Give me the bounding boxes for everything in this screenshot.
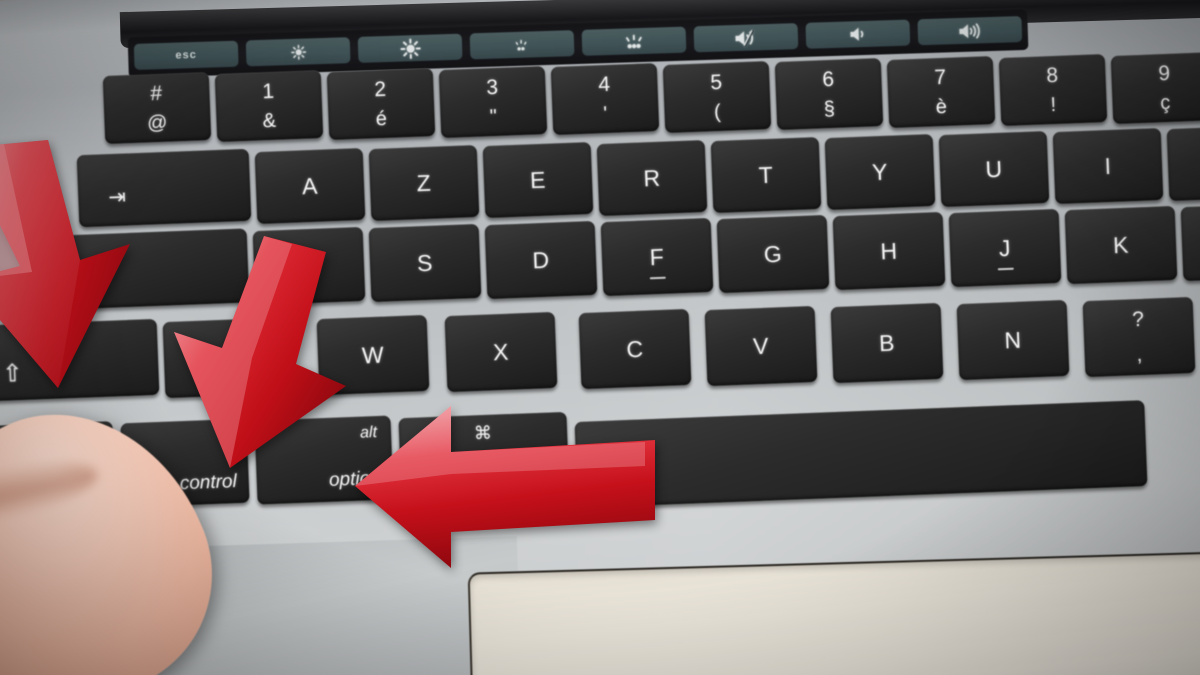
key-k[interactable]: K [1064,205,1178,285]
key-legend: W [361,341,385,368]
key-4-apostrophe[interactable]: 4 ' [550,62,660,136]
key-legend-bottom: ' [602,103,609,126]
key-legend: V [752,332,770,359]
key-s[interactable]: S [368,223,482,303]
key-o[interactable] [1166,124,1200,202]
key-legend-bottom: é [375,107,388,131]
key-legend: Z [416,169,432,196]
key-legend: T [758,161,774,188]
key-legend-top: 6 [821,67,835,92]
key-legend-bottom: ! [1050,94,1058,117]
key-legend: U [984,155,1004,182]
key-legend-bottom: " [489,106,498,129]
finger-crease [0,448,103,541]
key-hash-at[interactable]: # @ [102,71,212,145]
key-x[interactable]: X [444,311,558,393]
key-b[interactable]: B [830,302,944,384]
key-legend-top: 7 [933,65,947,90]
key-question-comma[interactable]: ? , [1082,296,1196,378]
arrow-pointing-to-shift [0,140,130,388]
key-2-eacute[interactable]: 2 é [326,67,436,141]
key-3-quote[interactable]: 3 " [438,65,548,139]
key-legend-bottom: @ [146,111,169,135]
key-legend: F [649,243,665,270]
key-y[interactable]: Y [824,133,936,211]
key-7-egrave[interactable]: 7 è [886,55,996,129]
key-t[interactable]: T [710,136,822,214]
key-z[interactable]: Z [368,144,480,222]
key-legend: D [531,246,551,273]
key-l[interactable] [1180,202,1200,282]
key-legend: C [625,335,645,362]
key-legend: I [1104,152,1112,179]
arrow-pointing-to-control [174,236,346,468]
key-legend-bottom: ç [1159,91,1172,115]
key-legend-bottom: § [823,97,836,121]
key-legend: H [879,237,899,264]
key-5-parenthesis[interactable]: 5 ( [662,60,772,134]
key-legend-top: 5 [709,70,723,95]
key-d[interactable]: D [484,220,598,300]
key-legend-top: # [149,81,163,106]
key-legend-top: 2 [373,77,387,102]
key-legend-top: 9 [1157,61,1171,86]
screenshot-stage: esc # @ 1 & 2 é 3 " 4 ' 5 (6 § 7 è 8 ! … [0,0,1200,675]
key-legend: Y [871,158,889,185]
homing-bar-j [997,267,1014,271]
key-j[interactable]: J [948,208,1062,288]
homing-bar-f [649,276,666,280]
key-legend: B [878,329,896,356]
key-legend: R [642,164,662,191]
key-9-ccedilla[interactable]: 9 ç [1110,51,1200,125]
key-legend-top: 1 [261,79,275,104]
key-legend-top: 4 [597,72,611,97]
key-legend-bottom: , [1136,344,1144,367]
key-1-ampersand[interactable]: 1 & [214,69,324,143]
key-i[interactable]: I [1052,127,1164,205]
key-r[interactable]: R [596,139,708,217]
key-g[interactable]: G [716,214,830,294]
key-e[interactable]: E [482,141,594,219]
key-legend-top: 3 [485,75,499,100]
key-a[interactable]: A [254,147,366,225]
key-space[interactable] [574,400,1148,508]
key-legend-control: control [179,471,238,495]
key-legend: N [1003,326,1023,353]
key-legend-bottom: è [935,95,948,119]
key-legend: A [301,172,319,199]
key-legend-top: 8 [1045,63,1059,88]
key-legend: S [416,249,434,276]
key-h[interactable]: H [832,211,946,291]
key-v[interactable]: V [704,305,818,387]
key-legend: X [492,338,510,365]
key-u[interactable]: U [938,130,1050,208]
key-c[interactable]: C [578,308,692,390]
key-legend: K [1112,231,1130,258]
key-n[interactable]: N [956,299,1070,381]
key-legend-bottom: ( [713,101,722,124]
key-8-exclamation[interactable]: 8 ! [998,53,1108,127]
key-6-section[interactable]: 6 § [774,57,884,131]
key-legend: J [998,234,1012,261]
key-f[interactable]: F [600,217,714,297]
key-legend-top: ? [1131,307,1145,332]
key-legend-bottom: & [262,109,277,133]
key-legend: E [529,166,547,193]
key-legend: G [763,240,783,267]
arrow-pointing-to-command [355,406,655,568]
